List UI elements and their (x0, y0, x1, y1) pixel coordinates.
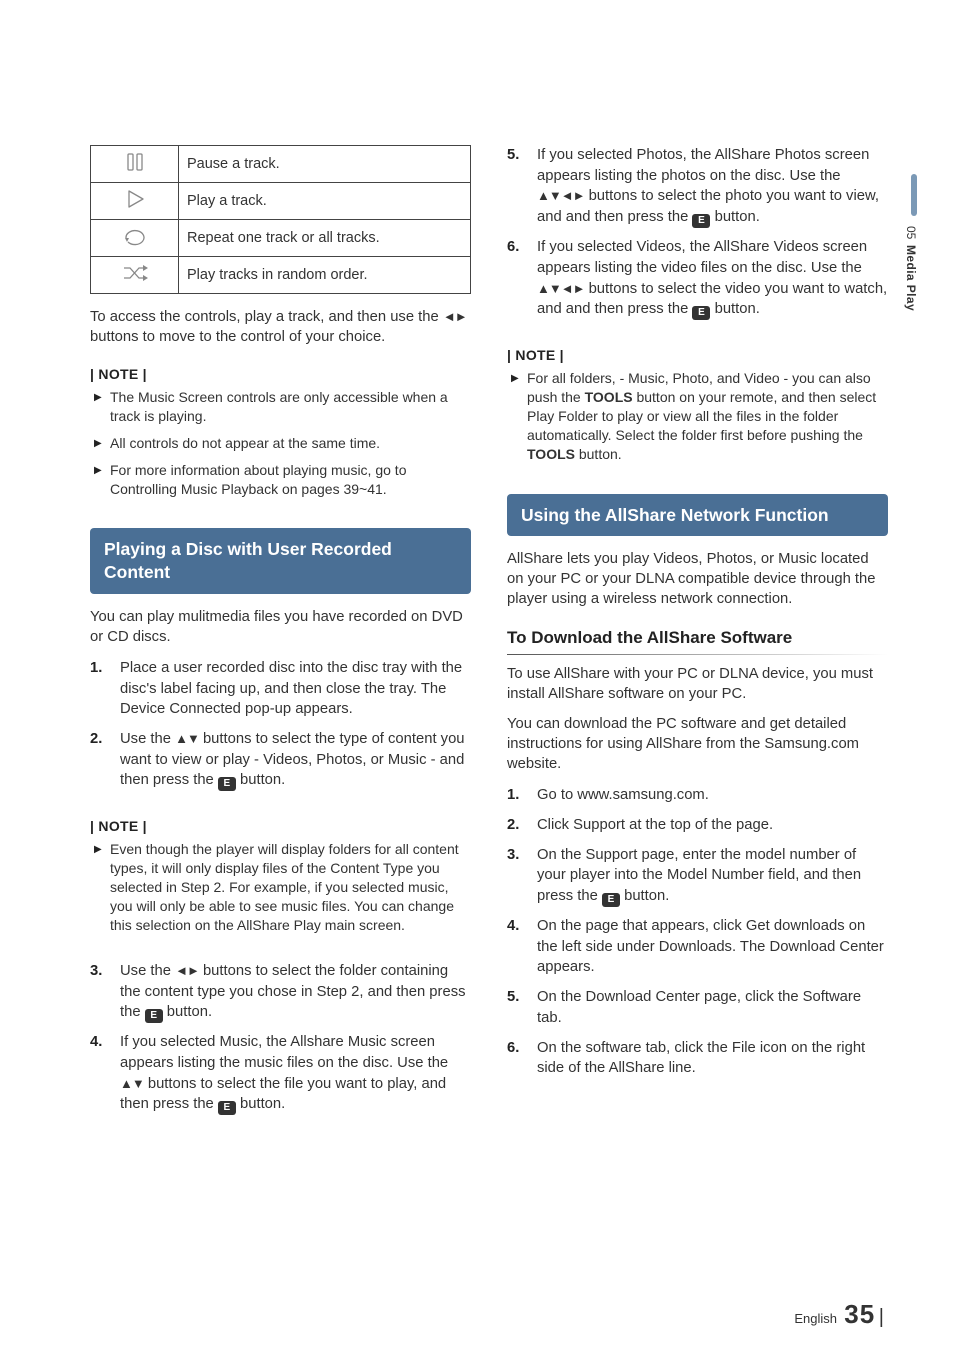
section-heading: Using the AllShare Network Function (507, 494, 888, 537)
note-item: For all folders, - Music, Photo, and Vid… (507, 369, 888, 463)
all-arrows-icon: ▲▼◄► (537, 187, 584, 205)
footer-bar: | (879, 1306, 884, 1328)
page-number: 35 (844, 1299, 875, 1329)
step-item: Use the ◄► buttons to select the folder … (90, 961, 471, 1023)
step-item: If you selected Videos, the AllShare Vid… (507, 237, 888, 320)
all-arrows-icon: ▲▼◄► (537, 280, 584, 298)
page-footer: English 35 | (0, 1299, 954, 1330)
step-item: Place a user recorded disc into the disc… (90, 658, 471, 720)
note-header: | NOTE | (90, 818, 471, 834)
control-desc: Repeat one track or all tracks. (179, 220, 471, 257)
enter-icon: E (218, 1101, 236, 1115)
table-row: Play a track. (91, 183, 471, 220)
left-right-arrows-icon: ◄► (175, 962, 199, 980)
left-right-arrows-icon: ◄► (443, 308, 467, 326)
step-item: Use the ▲▼ buttons to select the type of… (90, 729, 471, 791)
step-item: Click Support at the top of the page. (507, 815, 888, 836)
shuffle-icon (91, 257, 179, 294)
notes-list: For all folders, - Music, Photo, and Vid… (507, 369, 888, 471)
controls-table: Pause a track. Play a track. Repeat one … (90, 145, 471, 294)
right-column: If you selected Photos, the AllShare Pho… (507, 145, 888, 1294)
subheading: To Download the AllShare Software (507, 628, 888, 648)
repeat-icon (91, 220, 179, 257)
notes-list: The Music Screen controls are only acces… (90, 388, 471, 506)
enter-icon: E (602, 893, 620, 907)
footer-lang: English (794, 1311, 837, 1326)
section-intro: AllShare lets you play Videos, Photos, o… (507, 550, 888, 610)
enter-icon: E (692, 214, 710, 228)
note-item: The Music Screen controls are only acces… (90, 388, 471, 426)
step-item: On the Download Center page, click the S… (507, 987, 888, 1028)
steps-list-cont: Use the ◄► buttons to select the folder … (90, 961, 471, 1125)
note-item: For more information about playing music… (90, 461, 471, 499)
play-icon (91, 183, 179, 220)
sub-intro: To use AllShare with your PC or DLNA dev… (507, 665, 888, 705)
note-header: | NOTE | (90, 366, 471, 382)
table-row: Play tracks in random order. (91, 257, 471, 294)
left-column: Pause a track. Play a track. Repeat one … (90, 145, 471, 1294)
step-item: On the software tab, click the File icon… (507, 1038, 888, 1079)
access-text: To access the controls, play a track, an… (90, 308, 471, 348)
tools-label: TOOLS (585, 389, 633, 405)
step-item: If you selected Photos, the AllShare Pho… (507, 145, 888, 228)
enter-icon: E (692, 306, 710, 320)
table-row: Repeat one track or all tracks. (91, 220, 471, 257)
sub-intro: You can download the PC software and get… (507, 715, 888, 775)
step-item: On the page that appears, click Get down… (507, 916, 888, 978)
control-desc: Pause a track. (179, 146, 471, 183)
tools-label: TOOLS (527, 446, 575, 462)
step-item: If you selected Music, the Allshare Musi… (90, 1032, 471, 1115)
note-item: Even though the player will display fold… (90, 840, 471, 934)
table-row: Pause a track. (91, 146, 471, 183)
notes-list: Even though the player will display fold… (90, 840, 471, 942)
download-steps: Go to www.samsung.com. Click Support at … (507, 785, 888, 1088)
step-item: On the Support page, enter the model num… (507, 845, 888, 907)
section-intro: You can play mulitmedia files you have r… (90, 608, 471, 648)
note-item: All controls do not appear at the same t… (90, 434, 471, 453)
note-header: | NOTE | (507, 347, 888, 363)
section-heading: Playing a Disc with User Recorded Conten… (90, 528, 471, 594)
pause-icon (91, 146, 179, 183)
subheading-underline (507, 654, 888, 655)
steps-list: Place a user recorded disc into the disc… (90, 658, 471, 801)
up-down-arrows-icon: ▲▼ (175, 730, 199, 748)
steps-list-cont-right: If you selected Photos, the AllShare Pho… (507, 145, 888, 329)
enter-icon: E (145, 1009, 163, 1023)
control-desc: Play tracks in random order. (179, 257, 471, 294)
up-down-arrows-icon: ▲▼ (120, 1075, 144, 1093)
control-desc: Play a track. (179, 183, 471, 220)
enter-icon: E (218, 777, 236, 791)
step-item: Go to www.samsung.com. (507, 785, 888, 806)
